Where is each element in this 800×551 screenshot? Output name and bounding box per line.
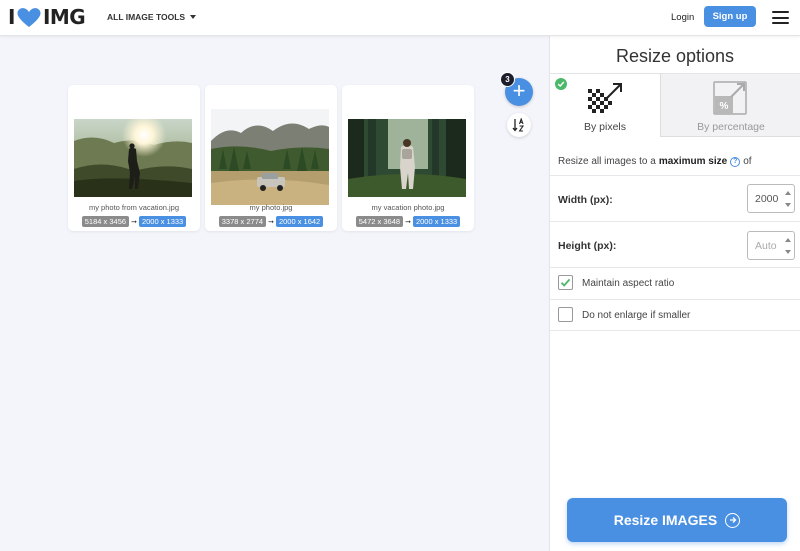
- svg-text:%: %: [720, 101, 729, 112]
- description-suffix: of: [743, 156, 752, 167]
- maintain-aspect-row[interactable]: Maintain aspect ratio: [550, 267, 800, 299]
- new-size-badge: 2000 x 1333: [412, 216, 461, 227]
- image-thumbnail: [348, 119, 466, 197]
- original-size-badge: 5472 x 3648: [355, 216, 404, 227]
- width-input-box: [747, 184, 795, 213]
- original-size-badge: 5184 x 3456: [81, 216, 130, 227]
- logo-text-left: I: [8, 5, 15, 29]
- width-label: Width (px):: [558, 194, 613, 206]
- image-card-1[interactable]: my photo from vacation.jpg 5184 x 3456 ➞…: [68, 85, 200, 231]
- width-stepper[interactable]: [785, 191, 791, 207]
- file-name: my photo.jpg: [249, 203, 293, 212]
- logo-text-right: IMG: [42, 5, 86, 29]
- resize-description: Resize all images to a maximum size ? of: [558, 156, 752, 167]
- image-card-2[interactable]: my photo.jpg 3378 x 2774 ➞ 2000 x 1642: [205, 85, 337, 231]
- height-row: Height (px):: [550, 221, 800, 267]
- no-enlarge-label: Do not enlarge if smaller: [582, 310, 691, 321]
- resize-options-panel: Resize options By pixels % By percentage: [549, 36, 800, 551]
- file-name: my photo from vacation.jpg: [88, 203, 180, 212]
- tab-by-pixels[interactable]: By pixels: [550, 73, 661, 137]
- top-header: I IMG ALL IMAGE TOOLS Login Sign up: [0, 0, 800, 36]
- no-enlarge-row[interactable]: Do not enlarge if smaller: [550, 299, 800, 331]
- description-text: Resize all images to a: [558, 156, 656, 167]
- new-size-badge: 2000 x 1642: [275, 216, 324, 227]
- sort-az-button[interactable]: [507, 113, 531, 137]
- height-stepper[interactable]: [785, 238, 791, 254]
- image-thumbnail: [211, 109, 329, 205]
- checkmark-icon: [560, 278, 571, 287]
- login-link[interactable]: Login: [671, 12, 694, 23]
- tab-label: By percentage: [697, 121, 765, 133]
- percentage-resize-icon: %: [713, 81, 747, 115]
- resize-button-label: Resize IMAGES: [613, 512, 718, 528]
- logo[interactable]: I IMG: [8, 4, 86, 30]
- image-thumbnail: [74, 119, 192, 197]
- image-card-3[interactable]: my vacation photo.jpg 5472 x 3648 ➞ 2000…: [342, 85, 474, 231]
- arrow-right-icon: ➞: [131, 218, 137, 226]
- caret-down-icon: [190, 15, 197, 19]
- maintain-aspect-label: Maintain aspect ratio: [582, 278, 675, 289]
- file-name: my vacation photo.jpg: [371, 203, 445, 212]
- pixels-resize-icon: [588, 83, 622, 113]
- height-input-box: [747, 231, 795, 260]
- file-count-badge: 3: [500, 72, 515, 87]
- heart-icon: [17, 8, 41, 27]
- sort-az-icon: [512, 118, 525, 132]
- signup-button[interactable]: Sign up: [704, 6, 756, 27]
- width-row: Width (px):: [550, 175, 800, 221]
- check-icon: [555, 78, 567, 90]
- description-bold: maximum size: [658, 156, 728, 167]
- tab-by-percentage[interactable]: % By percentage: [661, 73, 800, 137]
- dimension-info: 5472 x 3648 ➞ 2000 x 1333: [342, 216, 474, 227]
- tools-label: ALL IMAGE TOOLS: [107, 12, 186, 22]
- hamburger-menu-icon[interactable]: [772, 11, 789, 24]
- help-icon[interactable]: ?: [730, 156, 741, 167]
- arrow-circle-right-icon: [725, 512, 741, 528]
- tab-label: By pixels: [583, 121, 626, 133]
- arrow-right-icon: ➞: [268, 218, 274, 226]
- dimension-info: 3378 x 2774 ➞ 2000 x 1642: [205, 216, 337, 227]
- no-enlarge-checkbox[interactable]: [558, 307, 573, 322]
- all-image-tools-menu[interactable]: ALL IMAGE TOOLS: [107, 12, 197, 22]
- arrow-right-icon: ➞: [405, 218, 411, 226]
- panel-title: Resize options: [615, 46, 735, 66]
- dimension-info: 5184 x 3456 ➞ 2000 x 1333: [68, 216, 200, 227]
- height-label: Height (px):: [558, 240, 617, 252]
- new-size-badge: 2000 x 1333: [138, 216, 187, 227]
- resize-images-button[interactable]: Resize IMAGES: [567, 498, 787, 542]
- original-size-badge: 3378 x 2774: [218, 216, 267, 227]
- maintain-aspect-checkbox[interactable]: [558, 275, 573, 290]
